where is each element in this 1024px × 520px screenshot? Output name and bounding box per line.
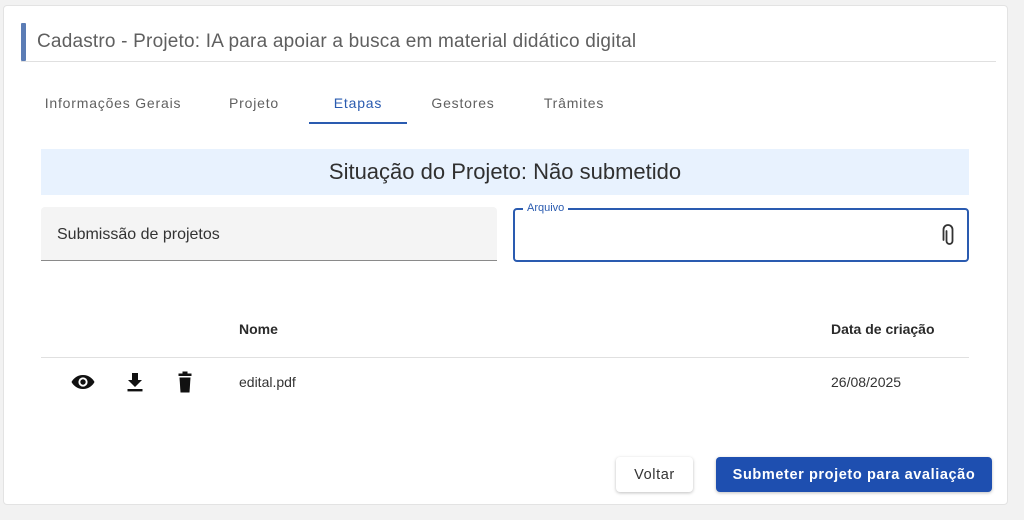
status-text: Situação do Projeto: Não submetido: [328, 159, 682, 184]
paperclip-icon[interactable]: [941, 224, 955, 246]
tab-etapas[interactable]: Etapas: [309, 84, 407, 126]
stage-select-value: Submissão de projetos: [57, 226, 220, 243]
tab-tramites[interactable]: Trâmites: [537, 84, 611, 126]
table-row: edital.pdf 26/08/2025: [41, 358, 969, 406]
submit-project-button[interactable]: Submeter projeto para avaliação: [716, 457, 992, 492]
file-created-date: 26/08/2025: [831, 374, 902, 390]
page-title: Cadastro - Projeto: IA para apoiar a bus…: [37, 31, 637, 52]
tab-gestores[interactable]: Gestores: [425, 84, 501, 126]
active-tab-indicator: [309, 122, 407, 124]
stage-select[interactable]: Submissão de projetos: [41, 207, 497, 261]
title-bar: Cadastro - Projeto: IA para apoiar a bus…: [21, 23, 996, 62]
column-header-nome: Nome: [239, 321, 278, 337]
back-button[interactable]: Voltar: [616, 457, 693, 492]
files-table-header: Nome Data de criação: [41, 315, 969, 358]
file-input[interactable]: Arquivo: [513, 202, 969, 262]
status-banner: Situação do Projeto: Não submetido: [41, 149, 969, 195]
download-icon[interactable]: [122, 370, 148, 394]
tab-projeto[interactable]: Projeto: [222, 84, 286, 126]
trash-icon[interactable]: [172, 370, 198, 394]
file-input-label: Arquivo: [523, 202, 569, 214]
title-accent-bar: [21, 23, 26, 61]
tab-informacoes-gerais[interactable]: Informações Gerais: [40, 84, 186, 126]
eye-icon[interactable]: [70, 370, 96, 394]
column-header-data: Data de criação: [831, 321, 935, 337]
file-name: edital.pdf: [239, 374, 296, 390]
